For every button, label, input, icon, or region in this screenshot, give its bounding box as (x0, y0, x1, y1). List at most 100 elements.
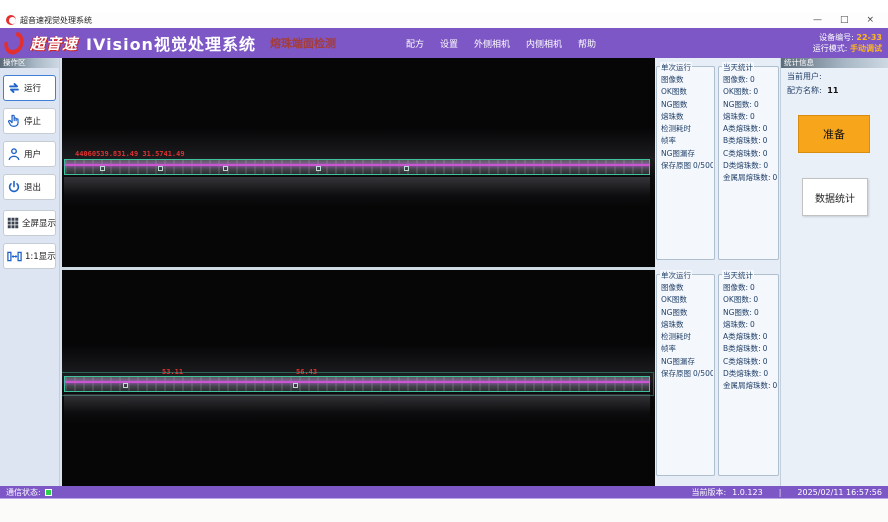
stat-row: NG图数:0 (723, 99, 777, 111)
menu-item[interactable]: 帮助 (578, 37, 596, 50)
page-title: IVision视觉处理系统 (86, 31, 256, 55)
maximize-button[interactable]: □ (840, 12, 849, 28)
stat-row: OK图数:0 (723, 86, 777, 98)
titlebar: 超音速视觉处理系统 — □ × (0, 12, 888, 28)
stats-section-bottom: 单次运行 图像数OK图数NG图数熔珠数检测耗时帧率NG图漏存保存原图0/500 … (655, 268, 780, 478)
power-icon (7, 180, 21, 194)
stat-row: OK图数:0 (723, 294, 777, 306)
stat-row: 帧率 (661, 135, 713, 147)
measurement-annotation: 56.43 (296, 368, 317, 376)
statistics-info-panel: 统计信息 当前用户: 配方名称: 11 准备 数据统计 (780, 58, 888, 486)
app-header: 超音速 IVision视觉处理系统 熔珠端面检测 配方设置外侧相机内侧相机帮助 … (0, 28, 888, 58)
stat-row: OK图数 (661, 86, 713, 98)
menu-item[interactable]: 内侧相机 (526, 37, 562, 50)
fullscreen-button[interactable]: 全屏显示 (3, 210, 56, 236)
app-logo-icon (6, 15, 16, 25)
menu-item[interactable]: 设置 (440, 37, 458, 50)
detection-marker (223, 166, 228, 171)
recipe-name-value: 11 (827, 86, 838, 95)
status-bar: 通信状态: 当前版本: 1.0.123 | 2025/02/11 16:57:5… (0, 486, 888, 499)
user-button[interactable]: 用户 (3, 141, 56, 167)
brand-swoosh-icon (2, 32, 26, 54)
detection-marker (100, 166, 105, 171)
stat-row: 图像数:0 (723, 282, 777, 294)
camera-view-top[interactable]: 44060539.831.49 31.5741.49 (62, 58, 655, 267)
stat-row: C类熔珠数:0 (723, 148, 777, 160)
stat-row: NG图漏存 (661, 148, 713, 160)
inspection-mode-title: 熔珠端面检测 (270, 35, 336, 51)
run-icon (7, 81, 21, 95)
current-user-row: 当前用户: (781, 68, 888, 82)
stat-row: 金属屑熔珠数:0 (723, 380, 777, 392)
stat-row: OK图数 (661, 294, 713, 306)
stat-row: NG图漏存 (661, 356, 713, 368)
detection-marker (123, 383, 128, 388)
version-label: 当前版本: (691, 487, 726, 498)
stat-row: 检测耗时 (661, 123, 713, 135)
today-stats-groupbox: 当天统计 图像数:0OK图数:0NG图数:0熔珠数:0A类熔珠数:0B类熔珠数:… (718, 66, 779, 260)
exit-button[interactable]: 退出 (3, 174, 56, 200)
stat-row: NG图数 (661, 99, 713, 111)
one-to-one-button-label: 1:1显示 (25, 250, 56, 262)
device-number-row: 设备编号: 22-33 (813, 32, 882, 43)
weld-strip-image (64, 376, 650, 392)
comm-status-label: 通信状态: (6, 487, 41, 498)
weld-strip-image (64, 159, 650, 175)
laser-line (65, 381, 649, 383)
menu-item[interactable]: 外侧相机 (474, 37, 510, 50)
window-title: 超音速视觉处理系统 (20, 15, 92, 26)
close-button[interactable]: × (866, 12, 874, 28)
device-number-value: 22-33 (856, 33, 882, 42)
minimize-button[interactable]: — (813, 12, 822, 28)
single-run-groupbox: 单次运行 图像数OK图数NG图数熔珠数检测耗时帧率NG图漏存保存原图0/500 (656, 274, 715, 476)
status-bar-right: 当前版本: 1.0.123 | 2025/02/11 16:57:56 (691, 487, 882, 498)
measurement-annotation: 44060539.831.49 31.5741.49 (75, 150, 185, 158)
statistics-column: 单次运行 图像数OK图数NG图数熔珠数检测耗时帧率NG图漏存保存原图0/500 … (655, 58, 780, 486)
stat-row: 金属屑熔珠数:0 (723, 172, 777, 184)
stat-row: 帧率 (661, 343, 713, 355)
stop-button-label: 停止 (24, 115, 41, 127)
datetime-value: 2025/02/11 16:57:56 (797, 488, 882, 497)
info-panel-caption: 统计信息 (781, 58, 888, 68)
main-menu: 配方 设置 外侧相机 内侧相机 帮助 (406, 37, 596, 50)
detection-marker (316, 166, 321, 171)
stat-row: 图像数 (661, 282, 713, 294)
data-statistics-button[interactable]: 数据统计 (802, 178, 868, 216)
run-button-label: 运行 (24, 82, 41, 94)
strip-reflection (64, 177, 650, 207)
exit-button-label: 退出 (24, 181, 41, 193)
stat-row: C类熔珠数:0 (723, 356, 777, 368)
prepare-button[interactable]: 准备 (798, 115, 870, 153)
stat-row: 图像数 (661, 74, 713, 86)
desktop-background (0, 499, 888, 522)
run-mode-row: 运行模式: 手动调试 (813, 43, 882, 54)
detection-marker (404, 166, 409, 171)
stat-row: 熔珠数 (661, 111, 713, 123)
menu-item[interactable]: 配方 (406, 37, 424, 50)
single-run-groupbox: 单次运行 图像数OK图数NG图数熔珠数检测耗时帧率NG图漏存保存原图0/500 (656, 66, 715, 260)
stat-row: NG图数 (661, 307, 713, 319)
today-stats-groupbox: 当天统计 图像数:0OK图数:0NG图数:0熔珠数:0A类熔珠数:0B类熔珠数:… (718, 274, 779, 476)
stat-row: B类熔珠数:0 (723, 135, 777, 147)
app-window: 超音速视觉处理系统 — □ × 超音速 IVision视觉处理系统 熔珠端面检测… (0, 0, 888, 522)
window-controls: — □ × (813, 12, 882, 28)
camera-view-bottom[interactable]: 53.11 56.43 (62, 270, 655, 486)
stat-row: 图像数:0 (723, 74, 777, 86)
recipe-name-row: 配方名称: 11 (781, 82, 888, 96)
fullscreen-button-label: 全屏显示 (22, 217, 56, 229)
stat-row: 保存原图0/500 (661, 368, 713, 380)
stop-button[interactable]: 停止 (3, 108, 56, 134)
measurement-annotation: 53.11 (162, 368, 183, 376)
detection-marker (293, 383, 298, 388)
stat-row: 熔珠数:0 (723, 319, 777, 331)
stat-row: 熔珠数 (661, 319, 713, 331)
main-area: 操作区 运行 停止 用户 (0, 58, 888, 486)
stat-row: A类熔珠数:0 (723, 331, 777, 343)
brand-name: 超音速 (30, 33, 78, 54)
stat-row: B类熔珠数:0 (723, 343, 777, 355)
camera-viewports: 44060539.831.49 31.5741.49 53.11 56.43 (62, 58, 655, 486)
stats-section-top: 单次运行 图像数OK图数NG图数熔珠数检测耗时帧率NG图漏存保存原图0/500 … (655, 60, 780, 262)
one-to-one-button[interactable]: 1:1显示 (3, 243, 56, 269)
run-button[interactable]: 运行 (3, 75, 56, 101)
user-icon (7, 147, 21, 161)
